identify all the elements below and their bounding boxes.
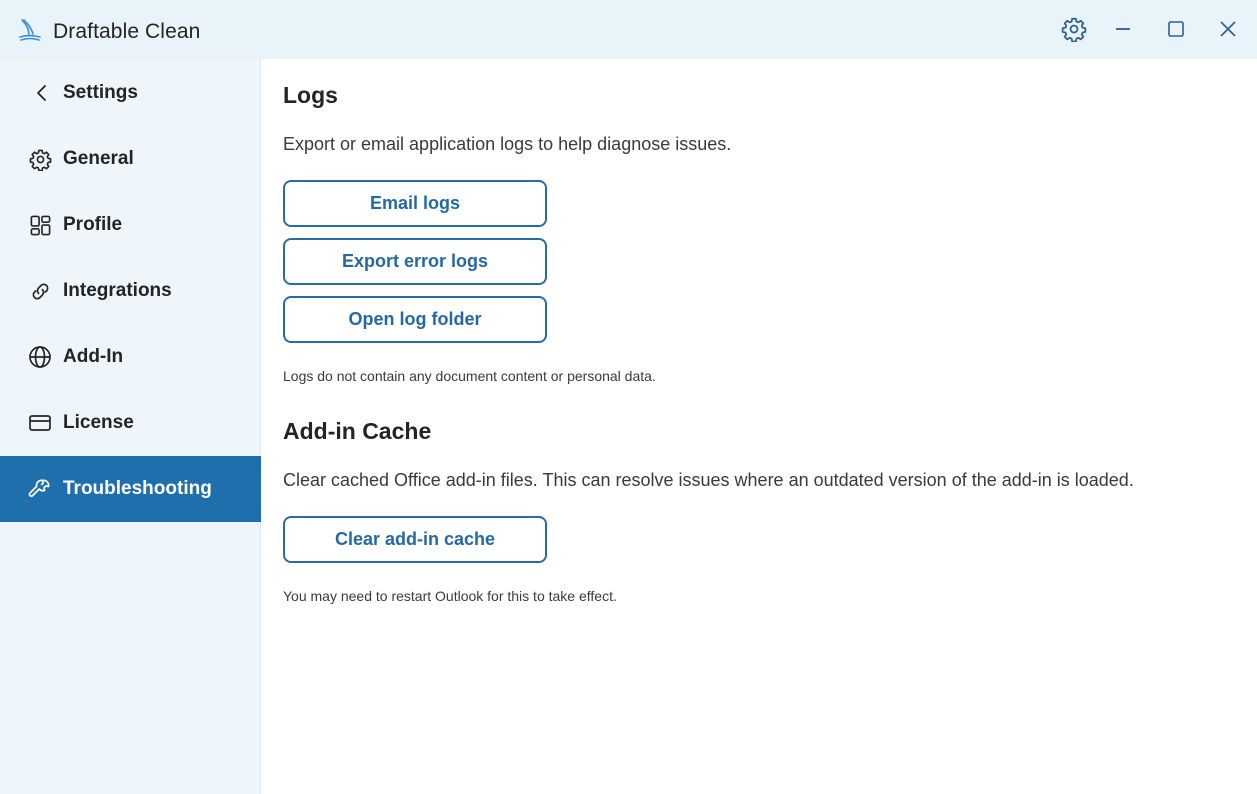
minimize-button[interactable]: [1108, 14, 1138, 44]
sidebar-item-label: Integrations: [63, 280, 172, 301]
maximize-icon: [1167, 20, 1185, 38]
sidebar-item-profile[interactable]: Profile: [0, 192, 261, 258]
logs-description: Export or email application logs to help…: [283, 134, 732, 154]
sidebar-item-label: Profile: [63, 214, 123, 235]
title-bar: Draftable Clean: [0, 0, 1257, 59]
open-log-folder-button[interactable]: Open log folder: [283, 296, 547, 343]
cache-restart-note: You may need to restart Outlook for this…: [283, 588, 617, 604]
card-icon: [28, 411, 52, 435]
sidebar-item-add-in[interactable]: Add-In: [0, 324, 261, 390]
link-icon: [28, 279, 52, 303]
maximize-button[interactable]: [1161, 14, 1191, 44]
email-logs-button[interactable]: Email logs: [283, 180, 547, 227]
main-content: Logs Export or email application logs to…: [283, 59, 1243, 794]
wrench-icon: [28, 477, 52, 501]
sidebar-item-integrations[interactable]: Integrations: [0, 258, 261, 324]
minimize-icon: [1114, 20, 1132, 38]
grid-icon: [28, 213, 52, 237]
sidebar-item-license[interactable]: License: [0, 390, 261, 456]
sidebar-item-label: Settings: [63, 82, 138, 103]
sidebar-item-label: License: [63, 412, 134, 433]
clear-add-in-cache-button[interactable]: Clear add-in cache: [283, 516, 547, 563]
sidebar-item-label: Add-In: [63, 346, 124, 367]
sidebar-item-general[interactable]: General: [0, 126, 261, 192]
globe-icon: [28, 345, 52, 369]
logs-heading: Logs: [283, 82, 338, 108]
cache-heading: Add-in Cache: [283, 418, 432, 444]
close-icon: [1219, 20, 1237, 38]
sidebar-back-settings[interactable]: Settings: [0, 60, 261, 126]
sidebar-item-troubleshooting[interactable]: Troubleshooting: [0, 456, 261, 522]
settings-button[interactable]: [1059, 14, 1089, 44]
cache-description: Clear cached Office add-in files. This c…: [283, 470, 1134, 490]
logs-privacy-note: Logs do not contain any document content…: [283, 368, 656, 384]
sidebar-item-label: Troubleshooting: [63, 478, 212, 499]
export-error-logs-button[interactable]: Export error logs: [283, 238, 547, 285]
chevron-left-icon: [30, 81, 54, 105]
gear-icon: [28, 147, 52, 171]
settings-icon: [1061, 16, 1087, 42]
app-title: Draftable Clean: [53, 20, 201, 43]
sidebar-item-label: General: [63, 148, 134, 169]
sidebar: Settings General Profile Integrations Ad…: [0, 59, 261, 794]
draftable-wave-icon: [18, 18, 42, 42]
close-button[interactable]: [1213, 14, 1243, 44]
